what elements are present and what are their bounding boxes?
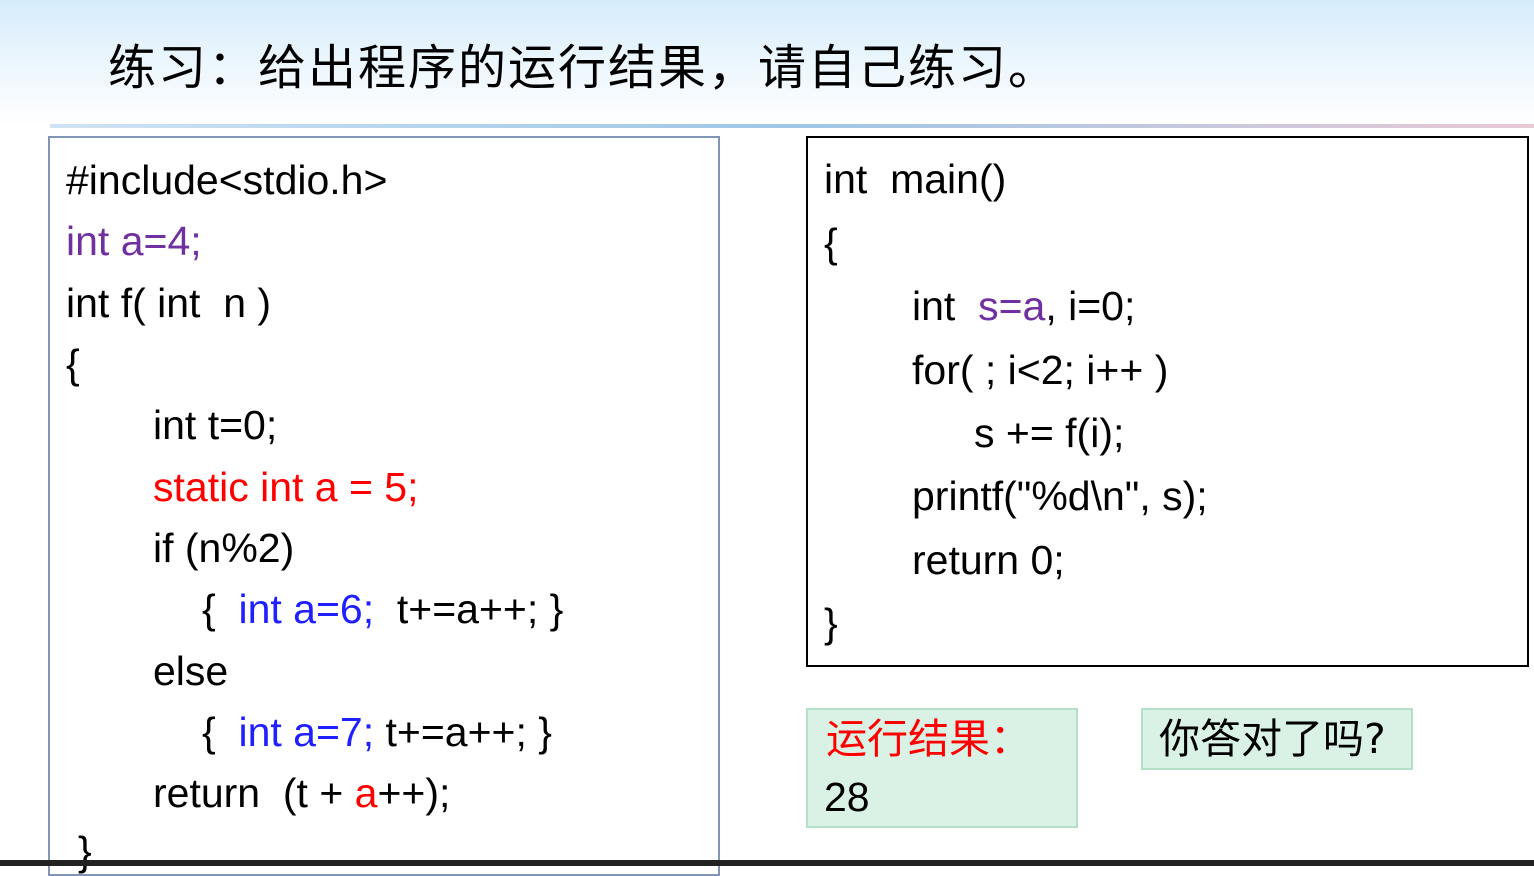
result-label: 运行结果： — [826, 715, 1031, 763]
code-line-printf: printf("%d\n", s); — [912, 473, 1208, 519]
code-line-include: #include<stdio.h> — [66, 157, 388, 203]
code-line-open-brace: { — [66, 341, 80, 387]
code-line-f-signature: int f( int n ) — [66, 280, 272, 326]
code-return-suffix: ++); — [377, 770, 451, 816]
code-line-static-a: static int a = 5; — [153, 464, 419, 510]
code-line-close-brace: } — [78, 828, 92, 874]
code-line-for: for( ; i<2; i++ ) — [912, 347, 1169, 393]
code-line-return: return 0; — [912, 537, 1065, 583]
code-line-close-brace: } — [824, 600, 838, 646]
code-int-keyword: int — [912, 283, 979, 329]
code-increment: t+=a++; } — [374, 709, 552, 755]
code-line-else-body: { int a=7; t+=a++; } — [202, 707, 552, 757]
slide-title: 练习：给出程序的运行结果，请自己练习。 — [108, 40, 1059, 96]
code-line-global-a: int a=4; — [66, 218, 202, 264]
main-function-code-box: int main() { int s=a, i=0; for( ; i<2; i… — [806, 136, 1529, 667]
code-line-else: else — [153, 648, 229, 694]
result-box: 运行结果： 28 — [806, 708, 1078, 828]
question-box: 你答对了吗? — [1141, 708, 1413, 770]
question-text: 你答对了吗? — [1159, 715, 1386, 763]
code-line-s-decl: int s=a, i=0; — [912, 281, 1135, 331]
code-line-open-brace: { — [824, 220, 838, 266]
result-value: 28 — [824, 774, 870, 820]
code-line-accumulate: s += f(i); — [974, 410, 1125, 456]
code-line-if-body: { int a=6; t+=a++; } — [202, 584, 563, 634]
code-brace: { — [202, 709, 239, 755]
function-f-code-box: #include<stdio.h> int a=4; int f( int n … — [48, 136, 720, 876]
code-local-a7: int a=7; — [238, 709, 375, 755]
code-s-equals-a: s=a — [978, 283, 1046, 329]
code-line-if: if (n%2) — [153, 525, 295, 571]
code-brace: { — [202, 586, 239, 632]
code-line-return: return (t + a++); — [153, 768, 450, 818]
code-return-static-a: a — [354, 770, 378, 816]
code-increment: t+=a++; } — [374, 586, 564, 632]
code-line-main-signature: int main() — [824, 156, 1007, 202]
code-local-a6: int a=6; — [238, 586, 375, 632]
bottom-edge-bar — [0, 860, 1534, 866]
code-line-t-decl: int t=0; — [153, 402, 278, 448]
code-return-prefix: return (t + — [153, 770, 355, 816]
title-divider — [50, 124, 1534, 128]
code-i-decl: , i=0; — [1045, 283, 1136, 329]
